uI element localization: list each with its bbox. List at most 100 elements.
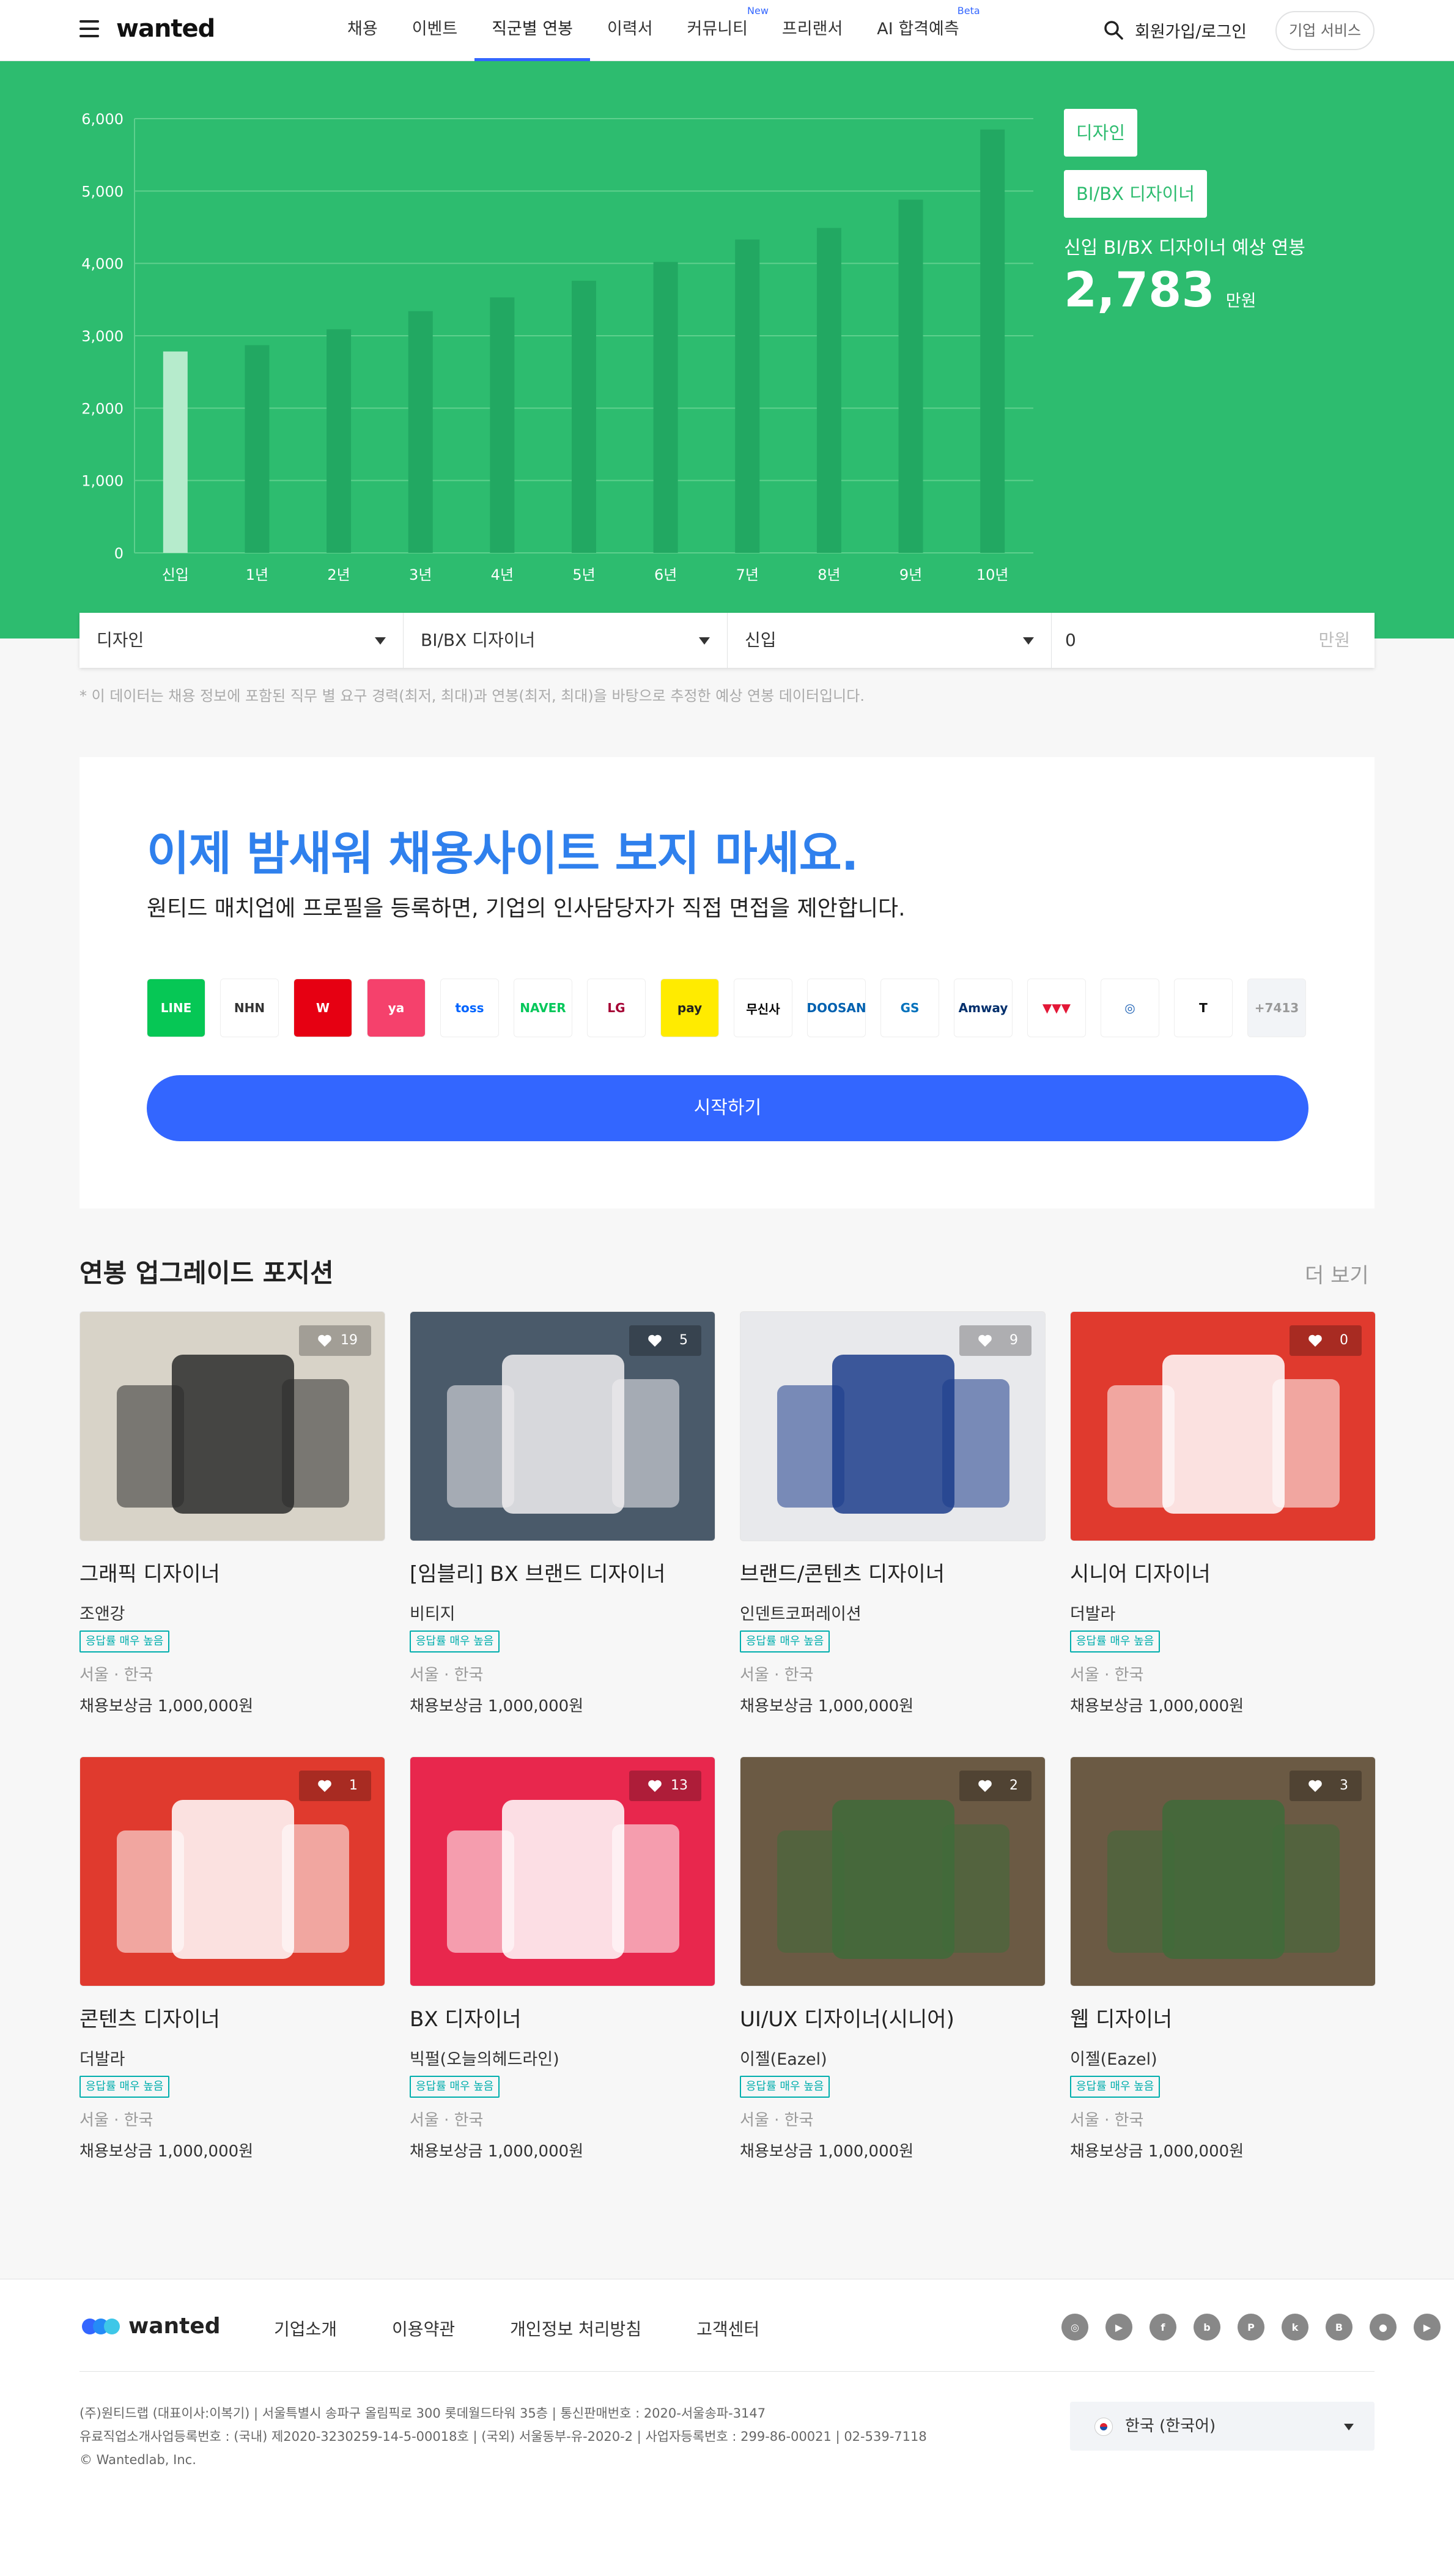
salary-input[interactable]: 0 만원 (1052, 613, 1375, 668)
x-tick-label: 9년 (899, 566, 922, 583)
job-thumbnail[interactable]: 5 (410, 1311, 715, 1541)
company-logo: T (1174, 979, 1233, 1037)
heart-icon (978, 1334, 992, 1347)
job-select[interactable]: 디자인 (79, 613, 404, 668)
company-name: 이젤(Eazel) (740, 2050, 827, 2069)
nav-freelancer[interactable]: 프리랜서 (765, 0, 860, 61)
job-thumbnail[interactable]: 2 (740, 1756, 1046, 1986)
nav-jobs[interactable]: 채용 (330, 0, 395, 61)
job-card[interactable]: 3 웹 디자이너 이젤(Eazel) 응답률 매우 높음 서울 · 한국 채용보상금 1,… (1070, 1756, 1376, 2161)
response-rate-badge: 응답률 매우 높음 (410, 2076, 500, 2098)
search-icon[interactable] (1103, 20, 1124, 40)
chart-bar (245, 345, 270, 553)
nav-resume[interactable]: 이력서 (590, 0, 670, 61)
footer-link-privacy[interactable]: 개인정보 처리방침 (510, 2316, 641, 2341)
chart-bar (898, 199, 923, 553)
menu-icon[interactable] (79, 20, 99, 37)
job-thumbnail[interactable]: 0 (1070, 1311, 1376, 1541)
job-title[interactable]: 웹 디자이너 (1070, 2002, 1376, 2032)
like-button[interactable]: 5 (629, 1325, 701, 1356)
company-logo: LG (587, 979, 646, 1037)
job-title[interactable]: BX 디자이너 (410, 2002, 715, 2032)
like-button[interactable]: 9 (959, 1325, 1031, 1356)
like-button[interactable]: 2 (959, 1771, 1031, 1801)
google-play-icon[interactable]: ▶ (1414, 2314, 1441, 2341)
footer-link-about[interactable]: 기업소개 (274, 2316, 337, 2341)
footer-link-terms[interactable]: 이용약관 (392, 2316, 455, 2341)
job-thumbnail[interactable]: 19 (79, 1311, 385, 1541)
company-name: 인덴트코퍼레이션 (740, 1605, 862, 1624)
social-icons: ◎ ▶ f b Pk B ● ▶ (1061, 2314, 1454, 2341)
like-button[interactable]: 1 (299, 1771, 371, 1801)
salary-value: 2,783 (1064, 263, 1215, 318)
nav-events[interactable]: 이벤트 (395, 0, 475, 61)
job-thumbnail[interactable]: 3 (1070, 1756, 1376, 1986)
x-tick-label: 5년 (572, 566, 595, 583)
footer-link-support[interactable]: 고객센터 (696, 2316, 759, 2341)
job-reward: 채용보상금 1,000,000원 (79, 1697, 254, 1715)
job-detail-select[interactable]: BI/BX 디자이너 (404, 613, 728, 668)
like-button[interactable]: 3 (1290, 1771, 1362, 1801)
years-select[interactable]: 신입 (728, 613, 1052, 668)
heart-icon (978, 1780, 992, 1792)
top-header: wanted 채용 이벤트 직군별 연봉 이력서 커뮤니티 New 프리랜서 AI… (0, 0, 1454, 61)
like-button[interactable]: 0 (1290, 1325, 1362, 1356)
post-icon[interactable]: P (1238, 2314, 1264, 2341)
company-name: 이젤(Eazel) (1070, 2050, 1157, 2069)
job-thumbnail[interactable]: 13 (410, 1756, 715, 1986)
chevron-down-icon (699, 637, 710, 645)
apple-icon[interactable]: ● (1370, 2314, 1397, 2341)
login-link[interactable]: 회원가입/로그인 (1135, 18, 1247, 42)
kakao-icon[interactable]: k (1282, 2314, 1308, 2341)
job-reward: 채용보상금 1,000,000원 (740, 1697, 914, 1715)
salary-filters: 디자인 BI/BX 디자이너 신입 0 만원 (79, 613, 1375, 668)
company-logo: ▼▼▼ (1027, 979, 1086, 1037)
job-reward: 채용보상금 1,000,000원 (1070, 2142, 1244, 2161)
job-reward: 채용보상금 1,000,000원 (79, 2142, 254, 2161)
job-title[interactable]: UI/UX 디자이너(시니어) (740, 2002, 1046, 2032)
job-location: 서울 · 한국 (740, 2111, 814, 2130)
more-link[interactable]: 더 보기 (1305, 1259, 1369, 1289)
youtube-icon[interactable]: ▶ (1105, 2314, 1132, 2341)
logo[interactable]: wanted (116, 15, 215, 43)
job-card[interactable]: 2 UI/UX 디자이너(시니어) 이젤(Eazel) 응답률 매우 높음 서울 · 한… (740, 1756, 1046, 2161)
job-card[interactable]: 19 그래픽 디자이너 조앤강 응답률 매우 높음 서울 · 한국 채용보상금 1,000… (79, 1311, 385, 1716)
y-tick-label: 2,000 (81, 400, 124, 417)
blog-icon[interactable]: b (1194, 2314, 1220, 2341)
instagram-icon[interactable]: ◎ (1061, 2314, 1088, 2341)
job-title[interactable]: 브랜드/콘텐츠 디자이너 (740, 1557, 1046, 1587)
job-card[interactable]: 0 시니어 디자이너 더발라 응답률 매우 높음 서울 · 한국 채용보상금 1,000,… (1070, 1311, 1376, 1716)
job-card[interactable]: 5 [임블리] BX 브랜드 디자이너 비티지 응답률 매우 높음 서울 · 한국 채용보… (410, 1311, 715, 1716)
company-name: 더발라 (1070, 1605, 1116, 1624)
nav-salary[interactable]: 직군별 연봉 (474, 0, 591, 61)
salary-input-unit: 만원 (1318, 630, 1350, 650)
job-title[interactable]: 그래픽 디자이너 (79, 1557, 385, 1587)
company-logo: pay (660, 979, 719, 1037)
nav-ai-predict[interactable]: AI 합격예측 Beta (860, 0, 980, 61)
x-tick-label: 1년 (246, 566, 268, 583)
corp-service-button[interactable]: 기업 서비스 (1275, 11, 1375, 50)
language-select[interactable]: 한국 (한국어) (1070, 2402, 1375, 2451)
like-button[interactable]: 19 (299, 1325, 371, 1356)
nav-community[interactable]: 커뮤니티 New (670, 0, 769, 61)
brunch-icon[interactable]: B (1326, 2314, 1353, 2341)
job-title[interactable]: 콘텐츠 디자이너 (79, 2002, 385, 2032)
job-card[interactable]: 13 BX 디자이너 빅펄(오늘의헤드라인) 응답률 매우 높음 서울 · 한국 채용보상… (410, 1756, 715, 2161)
job-thumbnail[interactable]: 9 (740, 1311, 1046, 1541)
promo-subtitle: 원티드 매치업에 프로필을 등록하면, 기업의 인사담당자가 직접 면접을 제안… (147, 896, 906, 921)
response-rate-badge: 응답률 매우 높음 (1070, 1630, 1161, 1653)
start-button[interactable]: 시작하기 (147, 1075, 1308, 1141)
expected-salary-label: 신입 BI/BX 디자이너 예상 연봉 (1064, 237, 1305, 259)
job-title[interactable]: [임블리] BX 브랜드 디자이너 (410, 1557, 715, 1587)
job-title[interactable]: 시니어 디자이너 (1070, 1557, 1376, 1587)
y-tick-label: 4,000 (81, 256, 124, 273)
salary-unit: 만원 (1225, 292, 1257, 311)
job-card[interactable]: 9 브랜드/콘텐츠 디자이너 인덴트코퍼레이션 응답률 매우 높음 서울 · 한국 채용보… (740, 1311, 1046, 1716)
company-logo: NHN (220, 979, 279, 1037)
beta-badge: Beta (957, 5, 980, 17)
like-button[interactable]: 13 (629, 1771, 701, 1801)
job-thumbnail[interactable]: 1 (79, 1756, 385, 1986)
footer-logo[interactable]: wanted (82, 2314, 221, 2339)
job-card[interactable]: 1 콘텐츠 디자이너 더발라 응답률 매우 높음 서울 · 한국 채용보상금 1,000,… (79, 1756, 385, 2161)
facebook-icon[interactable]: f (1150, 2314, 1176, 2341)
